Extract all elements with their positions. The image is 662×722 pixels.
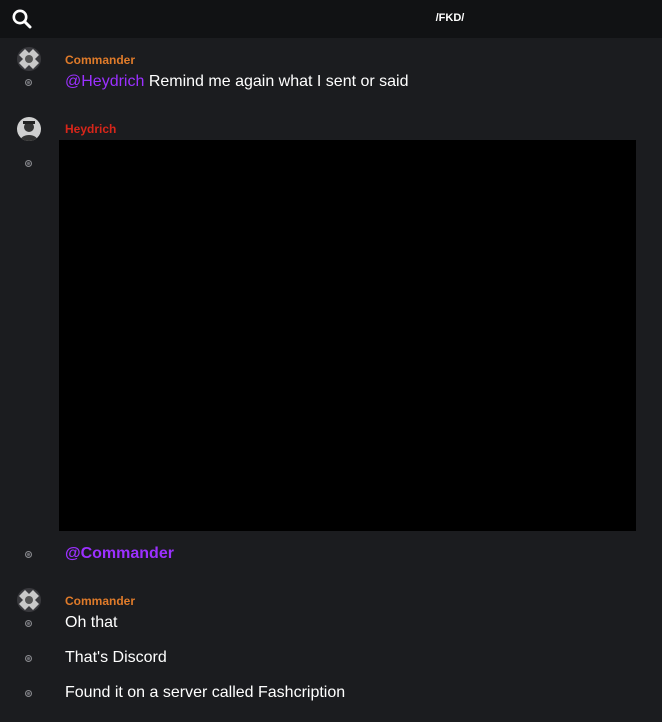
commander-avatar[interactable] [17, 47, 41, 71]
message-text: That's Discord [65, 649, 167, 666]
message-username[interactable]: Commander [65, 53, 135, 67]
message-username[interactable]: Heydrich [65, 122, 116, 136]
message-body: Remind me again what I sent or said [144, 73, 409, 90]
mention-heydrich[interactable]: @Heydrich [65, 73, 144, 90]
message-status-dot [25, 79, 32, 86]
message-text: Found it on a server called Fashcription [65, 684, 346, 701]
message-status-dot [25, 690, 32, 697]
message-text: @Heydrich Remind me again what I sent or… [65, 73, 409, 91]
message-text: Oh that [65, 614, 118, 631]
message-username[interactable]: Commander [65, 594, 135, 608]
message-status-dot [25, 551, 32, 558]
commander-avatar[interactable] [17, 588, 41, 612]
heydrich-avatar[interactable] [17, 117, 41, 141]
mention-commander[interactable]: @Commander [65, 545, 174, 563]
media-attachment[interactable] [59, 140, 636, 531]
message-status-dot [25, 620, 32, 627]
message-status-dot [25, 655, 32, 662]
channel-title: /FKD/ [435, 12, 465, 24]
message-status-dot [25, 160, 32, 167]
top-bar: /FKD/ [0, 0, 662, 38]
